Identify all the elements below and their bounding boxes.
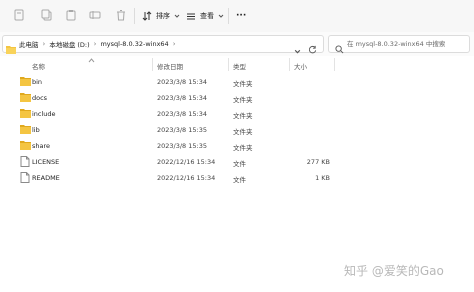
chevron-right-icon: ›	[172, 40, 176, 48]
list-item[interactable]: lib 2023/3/8 15:35 文件夹	[0, 122, 474, 138]
toolbar-divider	[228, 8, 229, 24]
file-date: 2022/12/16 15:34	[157, 158, 216, 166]
column-divider[interactable]	[152, 58, 153, 71]
breadcrumb-drive-d[interactable]: 本地磁盘 (D:)	[49, 39, 89, 49]
more-options-button[interactable]: ···	[236, 7, 246, 25]
column-date[interactable]: 修改日期	[157, 61, 183, 71]
list-item[interactable]: bin 2023/3/8 15:34 文件夹	[0, 74, 474, 90]
document-icon	[20, 172, 31, 183]
column-name[interactable]: 名称	[32, 61, 45, 71]
delete-icon[interactable]	[114, 8, 128, 22]
toolbar-divider	[134, 8, 135, 24]
file-type: 文件夹	[233, 112, 253, 120]
file-date: 2022/12/16 15:34	[157, 174, 216, 182]
column-divider[interactable]	[228, 58, 229, 71]
paste-icon[interactable]	[64, 8, 78, 22]
file-size: 1 KB	[315, 174, 330, 182]
file-type: 文件	[233, 160, 246, 168]
search-placeholder: 在 mysql-8.0.32-winx64 中搜索	[347, 40, 446, 48]
file-name: lib	[32, 126, 40, 134]
chevron-down-icon	[174, 13, 180, 19]
chevron-down-icon	[218, 13, 224, 19]
file-type: 文件夹	[233, 128, 253, 136]
column-size[interactable]: 大小	[294, 61, 307, 71]
folder-icon	[20, 108, 31, 119]
sort-icon	[142, 11, 152, 21]
search-input[interactable]: 在 mysql-8.0.32-winx64 中搜索	[328, 35, 470, 54]
file-name: share	[32, 142, 51, 150]
file-type: 文件夹	[233, 96, 253, 104]
file-type: 文件	[233, 176, 246, 184]
column-type[interactable]: 类型	[233, 61, 246, 71]
sort-button[interactable]: 排序	[142, 7, 180, 25]
column-header: 名称 修改日期 类型 大小	[0, 56, 474, 74]
folder-icon	[20, 124, 31, 135]
sort-ascending-icon	[88, 57, 95, 65]
breadcrumb-this-pc[interactable]: 此电脑	[19, 39, 39, 49]
file-name: docs	[32, 94, 48, 102]
sort-label: 排序	[156, 12, 170, 20]
column-divider[interactable]	[289, 58, 290, 71]
column-divider[interactable]	[334, 58, 335, 71]
rename-icon[interactable]	[88, 8, 102, 22]
folder-icon	[20, 92, 31, 103]
list-item[interactable]: docs 2023/3/8 15:34 文件夹	[0, 90, 474, 106]
file-type: 文件夹	[233, 144, 253, 152]
view-icon	[186, 11, 196, 21]
more-icon: ···	[236, 11, 247, 21]
document-icon	[20, 156, 31, 167]
file-date: 2023/3/8 15:34	[157, 110, 207, 118]
watermark: 知乎 @爱笑的Gao	[344, 264, 444, 278]
file-name: bin	[32, 78, 43, 86]
view-label: 查看	[200, 12, 214, 20]
file-size: 277 KB	[306, 158, 330, 166]
file-name: LICENSE	[32, 158, 60, 166]
copy-icon[interactable]	[40, 8, 54, 22]
chevron-right-icon: ›	[93, 40, 97, 48]
breadcrumb: 此电脑 › 本地磁盘 (D:) › mysql-8.0.32-winx64 ›	[19, 36, 180, 52]
file-type: 文件夹	[233, 80, 253, 88]
file-date: 2023/3/8 15:34	[157, 78, 207, 86]
list-item[interactable]: include 2023/3/8 15:34 文件夹	[0, 106, 474, 122]
cut-icon[interactable]	[12, 8, 26, 22]
file-date: 2023/3/8 15:35	[157, 126, 207, 134]
file-date: 2023/3/8 15:35	[157, 142, 207, 150]
address-bar[interactable]: 此电脑 › 本地磁盘 (D:) › mysql-8.0.32-winx64 ›	[2, 35, 324, 54]
file-date: 2023/3/8 15:34	[157, 94, 207, 102]
chevron-right-icon: ›	[42, 40, 46, 48]
breadcrumb-current-folder[interactable]: mysql-8.0.32-winx64	[100, 40, 168, 48]
list-item[interactable]: share 2023/3/8 15:35 文件夹	[0, 138, 474, 154]
list-item[interactable]: LICENSE 2022/12/16 15:34 文件 277 KB	[0, 154, 474, 170]
folder-icon	[20, 140, 31, 151]
view-button[interactable]: 查看	[186, 7, 224, 25]
command-bar: 排序 查看 ···	[0, 0, 474, 33]
file-name: include	[32, 110, 56, 118]
file-name: README	[32, 174, 60, 182]
list-item[interactable]: README 2022/12/16 15:34 文件 1 KB	[0, 170, 474, 186]
folder-icon	[20, 76, 31, 87]
